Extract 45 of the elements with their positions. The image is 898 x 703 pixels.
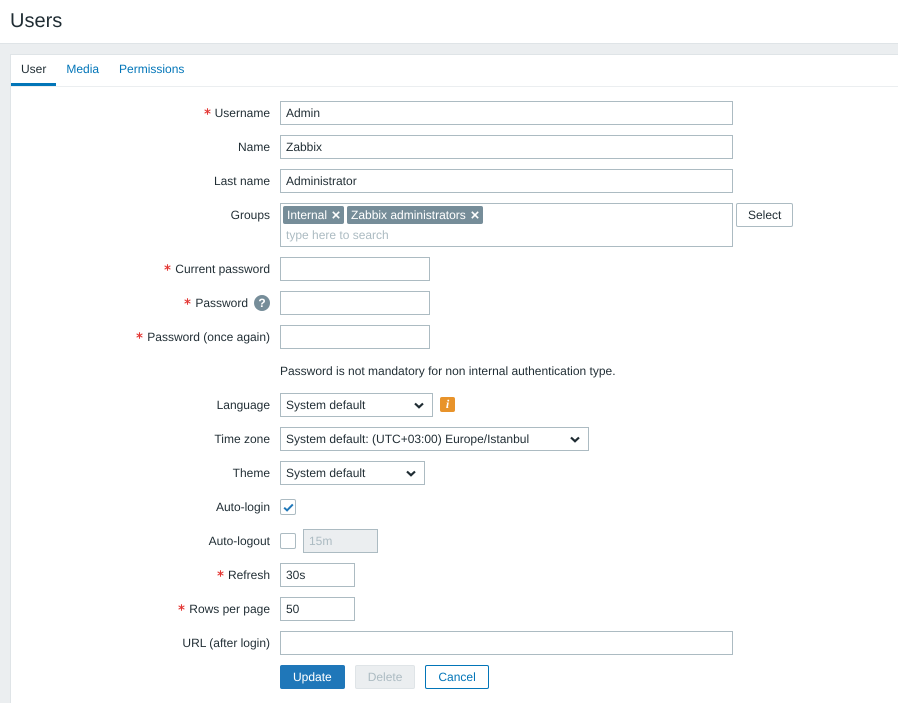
password-field[interactable] <box>280 257 430 281</box>
field-label: Rows per page <box>189 602 270 616</box>
field-label: Last name <box>214 174 270 188</box>
field-label: Groups <box>230 208 270 222</box>
text-field[interactable] <box>280 631 733 655</box>
hint-text: Password is not mandatory for non internal authentication type. <box>280 363 616 380</box>
tab[interactable]: Media <box>56 55 110 86</box>
field-label: Theme <box>232 466 270 480</box>
chevron-down-icon <box>414 402 424 408</box>
dropdown[interactable]: System default <box>280 393 433 417</box>
field-label: URL (after login) <box>182 636 270 650</box>
dropdown[interactable]: System default: (UTC+03:00) Europe/Istanbul <box>280 427 589 451</box>
text-field[interactable]: Zabbix <box>280 135 733 159</box>
field-label: Refresh <box>228 568 270 582</box>
field-label: Auto-login <box>216 500 270 514</box>
select-button[interactable]: Select <box>736 203 794 227</box>
field-label: Current password <box>175 262 270 276</box>
checkbox[interactable] <box>280 533 296 549</box>
remove-icon[interactable] <box>332 211 340 219</box>
tag-label: Zabbix administrators <box>351 208 466 222</box>
text-field[interactable]: Admin <box>280 101 733 125</box>
chevron-down-icon <box>570 436 580 442</box>
remove-icon[interactable] <box>470 211 479 219</box>
password-field[interactable] <box>280 291 430 315</box>
tag-label: Internal <box>287 208 328 222</box>
checkbox[interactable] <box>280 499 296 515</box>
field-label: Password <box>195 296 248 310</box>
field-label: Name <box>238 140 270 154</box>
tab[interactable]: User <box>11 55 56 86</box>
field-label: Username <box>214 106 270 120</box>
field-label: Time zone <box>214 432 270 446</box>
page-title: Users <box>10 10 62 33</box>
action-button[interactable]: Cancel <box>425 665 489 689</box>
text-field[interactable]: Administrator <box>280 169 733 193</box>
field-label: Auto-logout <box>208 534 270 548</box>
text-field[interactable]: 50 <box>280 597 355 621</box>
action-button[interactable]: Update <box>280 665 345 689</box>
field-label: Language <box>216 398 270 412</box>
tab[interactable]: Permissions <box>109 55 194 86</box>
text-field[interactable]: 30s <box>280 563 355 587</box>
checkmark-icon <box>282 502 294 512</box>
password-field[interactable] <box>280 325 430 349</box>
dropdown[interactable]: System default <box>280 461 425 485</box>
field-label: Password (once again) <box>147 330 270 344</box>
chevron-down-icon <box>406 470 416 476</box>
